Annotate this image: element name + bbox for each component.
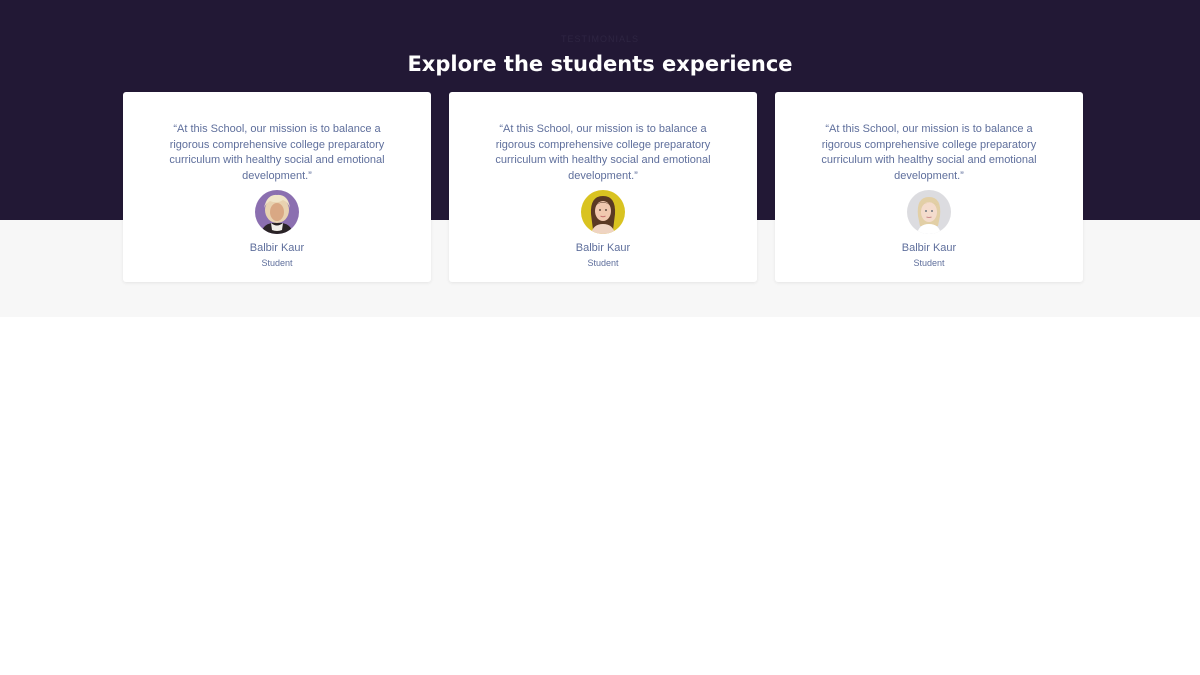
avatar (907, 190, 951, 234)
testimonial-quote: “At this School, our mission is to balan… (821, 123, 1037, 182)
student-photo-icon (581, 190, 625, 234)
student-name: Balbir Kaur (901, 242, 957, 254)
testimonial-card: “At this School, our mission is to balan… (449, 92, 757, 282)
avatar (255, 190, 299, 234)
student-role: Student (261, 258, 293, 268)
testimonial-quote: “At this School, our mission is to balan… (495, 123, 711, 182)
student-name: Balbir Kaur (249, 242, 305, 254)
student-role: Student (913, 258, 945, 268)
student-photo-icon (907, 190, 951, 234)
testimonial-card: “At this School, our mission is to balan… (775, 92, 1083, 282)
testimonials-page: TESTIMONIALS Explore the students experi… (0, 0, 1200, 675)
student-photo-icon (255, 190, 299, 234)
section-title: Explore the students experience (407, 52, 793, 76)
testimonial-card: “At this School, our mission is to balan… (123, 92, 431, 282)
testimonial-quote: “At this School, our mission is to balan… (169, 123, 385, 182)
student-name: Balbir Kaur (575, 242, 631, 254)
testimonial-cards: “At this School, our mission is to balan… (123, 92, 1083, 282)
avatar (581, 190, 625, 234)
section-eyebrow: TESTIMONIALS (560, 34, 639, 44)
student-role: Student (587, 258, 619, 268)
